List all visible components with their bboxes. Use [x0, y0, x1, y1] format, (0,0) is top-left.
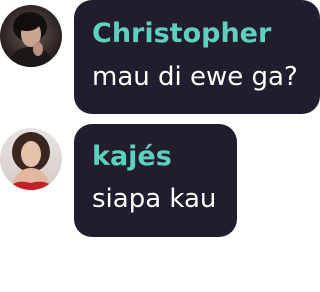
- profile-photo-icon: [0, 5, 62, 67]
- sender-name[interactable]: Christopher: [92, 19, 271, 49]
- message-text: siapa kau: [92, 184, 217, 214]
- profile-photo-icon: [0, 128, 62, 190]
- avatar[interactable]: [0, 5, 62, 67]
- sender-name[interactable]: kajés: [92, 142, 172, 172]
- message-text: mau di ewe ga?: [92, 62, 298, 92]
- avatar[interactable]: [0, 128, 62, 190]
